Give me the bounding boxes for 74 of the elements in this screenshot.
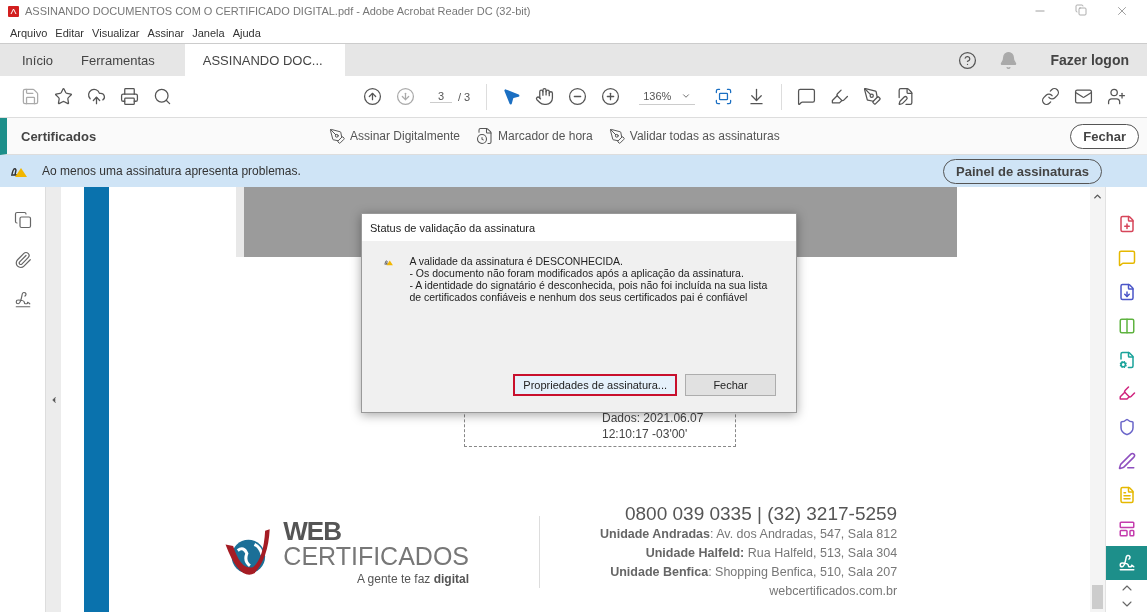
address-line: Unidade Halfeld: Rua Halfeld, 513, Sala 304: [645, 545, 898, 562]
menu-item[interactable]: Arquivo: [10, 26, 48, 39]
notification-message: Ao menos uma assinatura apresenta problemas.: [42, 164, 301, 178]
tab[interactable]: Ferramentas: [67, 44, 169, 76]
file-plus-icon: [1117, 214, 1136, 233]
page-total: / 3: [458, 90, 471, 103]
signature-date-text: Dados: 2021.06.07: [602, 410, 705, 426]
zoom-in-icon[interactable]: [601, 87, 621, 106]
file-text-icon: [1117, 486, 1136, 505]
arrow-up-icon[interactable]: [363, 87, 382, 106]
menu-item[interactable]: Editar: [55, 26, 85, 39]
highlighter-icon: [1117, 384, 1136, 403]
pen-nib-icon: [329, 127, 346, 145]
tab[interactable]: ASSINANDO DOC...: [184, 44, 345, 76]
add-user-icon[interactable]: [1107, 87, 1126, 106]
dialog-button[interactable]: Propriedades de assinatura...: [513, 374, 677, 396]
menu-item[interactable]: Visualizar: [92, 26, 140, 39]
zoom-field[interactable]: 136%: [639, 88, 696, 105]
page-number-field[interactable]: 3: [430, 90, 452, 103]
search-icon[interactable]: [153, 87, 172, 106]
help-icon[interactable]: [958, 50, 978, 70]
pen-nib-icon: [608, 127, 626, 145]
scroll-up-icon[interactable]: [1092, 191, 1103, 202]
menu-item[interactable]: Ajuda: [232, 26, 261, 39]
caret-icon[interactable]: [681, 91, 692, 101]
file-clock-icon: [476, 127, 495, 145]
signature-icon: [1117, 554, 1136, 572]
dialog-text: - Os documento não foram modificados após a aplicação da assinatura.: [409, 267, 745, 279]
website-text: webcertificados.com.br: [769, 583, 898, 600]
comment-icon[interactable]: [797, 87, 817, 106]
comment-icon: [1117, 248, 1136, 267]
logo-wordmark: WEB: [283, 518, 341, 543]
sign-in-link[interactable]: Fazer logon: [1050, 52, 1129, 68]
dialog-heading: A validade da assinatura é DESCONHECIDA.: [409, 255, 625, 267]
toolbar-action[interactable]: Assinar Digitalmente: [329, 127, 461, 145]
link-icon[interactable]: [1041, 87, 1060, 106]
file-gear-icon: [1117, 350, 1136, 369]
close-icon[interactable]: [1115, 4, 1129, 18]
toolbar-action[interactable]: Marcador de hora: [476, 127, 593, 145]
signature-icon[interactable]: [13, 291, 32, 309]
menu-item[interactable]: Assinar: [147, 26, 185, 39]
dialog-text: - A identidade do signatário é desconhecida, pois não foi incluída na sua lista de certificados confiáveis e nenhum dos seus certificados pai é confiável: [409, 279, 769, 303]
address-line: Unidade Andradas: Av. dos Andradas, 547, Sala 812: [600, 526, 898, 543]
fit-page-icon[interactable]: [714, 87, 734, 106]
window-title: ASSINANDO DOCUMENTOS COM O CERTIFICADO DIGITAL.pdf - Adobe Acrobat Reader DC (32-bit): [25, 5, 531, 17]
columns-icon: [1117, 316, 1136, 335]
layout-icon: [1117, 520, 1136, 539]
logo-tagline: A gente te faz digital: [356, 571, 469, 586]
menu-item[interactable]: Janela: [192, 26, 225, 39]
pdf-app-icon: [8, 5, 19, 17]
scroll-thumb[interactable]: [1092, 585, 1103, 609]
signature-tool[interactable]: [1105, 546, 1147, 580]
paperclip-icon[interactable]: [13, 251, 32, 269]
address-line: Unidade Benfica: Shopping Benfica, 510, Sala 207: [610, 564, 898, 581]
shield-icon: [1117, 418, 1136, 437]
phone-numbers: 0800 039 0335 | (32) 3217-5259: [624, 503, 898, 525]
pen-nib-icon[interactable]: [863, 87, 883, 106]
signature-date-text: 12:10:17 -03'00': [602, 426, 689, 442]
pen-icon: [1117, 452, 1136, 471]
close-button[interactable]: Fechar: [1070, 123, 1139, 149]
star-icon[interactable]: [54, 87, 73, 106]
mail-icon[interactable]: [1074, 87, 1093, 106]
file-download-icon: [1117, 282, 1136, 301]
cloud-upload-icon[interactable]: [87, 87, 106, 106]
panel-title: Certificados: [21, 128, 98, 144]
zoom-out-icon[interactable]: [568, 87, 588, 106]
dialog-title: Status de validação da assinatura: [362, 214, 796, 241]
tab[interactable]: Início: [8, 44, 68, 76]
print-icon[interactable]: [120, 87, 139, 106]
highlighter-icon[interactable]: [830, 87, 850, 106]
pages-icon[interactable]: [13, 211, 32, 229]
dialog-button[interactable]: Fechar: [685, 374, 776, 396]
toolbar-action[interactable]: Validar todas as assinaturas: [608, 127, 780, 145]
logo-wordmark: CERTIFICADOS: [283, 542, 469, 569]
